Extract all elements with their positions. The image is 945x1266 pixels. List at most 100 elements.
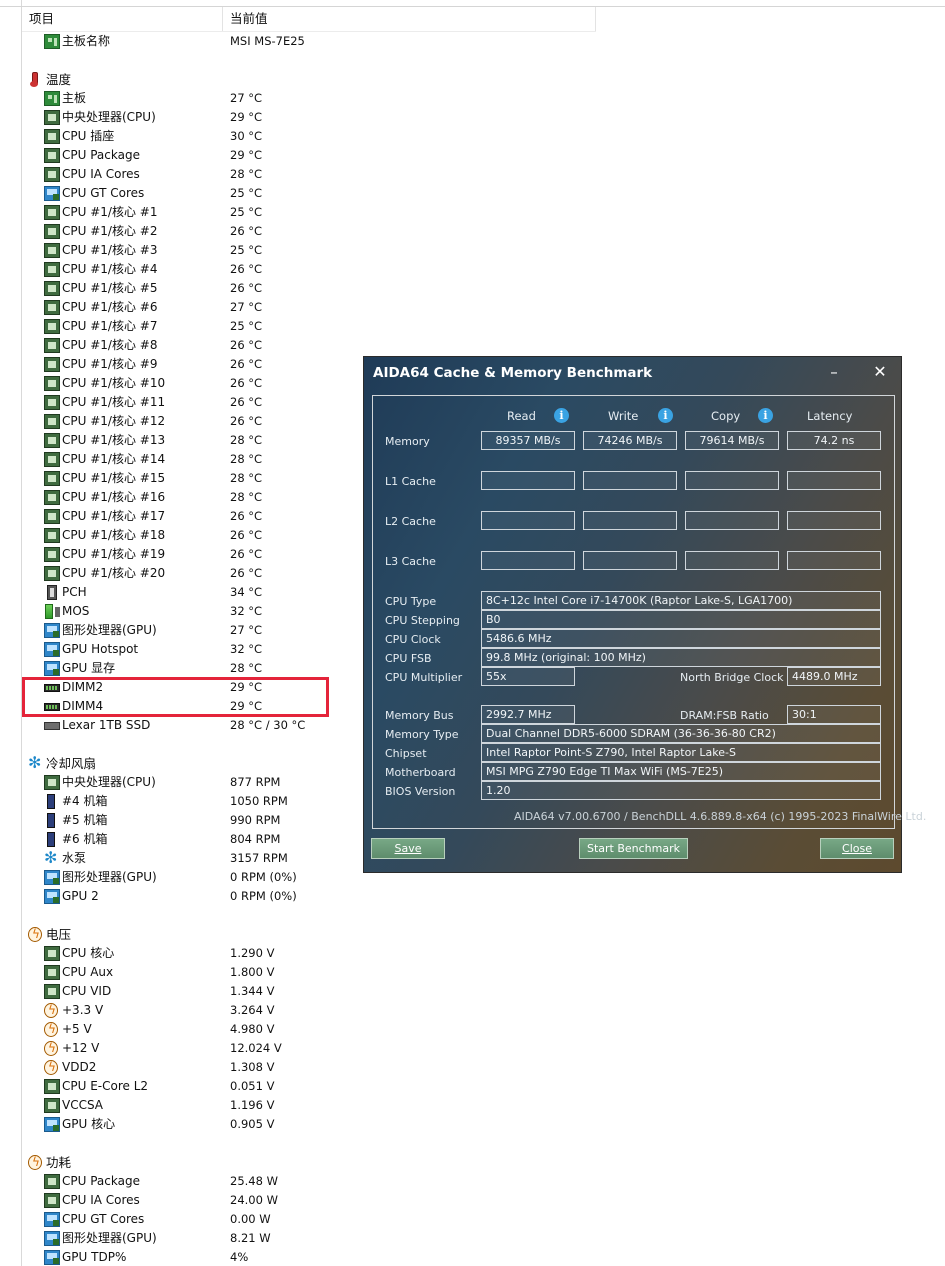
sensor-row[interactable]: CPU Package 29 °C — [22, 146, 582, 165]
sensor-value: 27 °C — [230, 623, 263, 637]
sensor-value: 29 °C — [230, 148, 263, 162]
sensor-row[interactable]: CPU GT Cores 0.00 W — [22, 1210, 582, 1229]
sensor-row[interactable]: CPU #1/核心 #7 25 °C — [22, 317, 582, 336]
sensor-label: 中央处理器(CPU) — [62, 110, 156, 124]
sensor-value: 26 °C — [230, 376, 263, 390]
sensor-row[interactable]: CPU Aux 1.800 V — [22, 963, 582, 982]
sensor-row[interactable]: CPU E-Core L2 0.051 V — [22, 1077, 582, 1096]
sensor-value: 26 °C — [230, 509, 263, 523]
column-header-item[interactable]: 项目 — [22, 7, 223, 31]
sensor-label: MOS — [62, 604, 90, 618]
sensor-label: CPU Package — [62, 1174, 140, 1188]
close-button[interactable]: Close — [820, 838, 894, 859]
sensor-row[interactable]: 主板 27 °C — [22, 89, 582, 108]
sensor-row[interactable]: CPU #1/核心 #4 26 °C — [22, 260, 582, 279]
sensor-value: 27 °C — [230, 91, 263, 105]
sensor-row[interactable]: 图形处理器(GPU) 8.21 W — [22, 1229, 582, 1248]
sensor-value: 26 °C — [230, 566, 263, 580]
memory-read-value: 89357 MB/s — [481, 431, 575, 450]
sensor-row[interactable]: GPU 2 0 RPM (0%) — [22, 887, 582, 906]
cpu-type-label: CPU Type — [385, 595, 437, 608]
start-benchmark-button[interactable]: Start Benchmark — [579, 838, 688, 859]
write-info-icon[interactable]: i — [658, 408, 673, 423]
sensor-label: CPU #1/核心 #6 — [62, 300, 158, 314]
sensor-label: CPU #1/核心 #10 — [62, 376, 166, 390]
sensor-value: 28 °C — [230, 661, 263, 675]
sensor-label: 中央处理器(CPU) — [62, 775, 156, 789]
cpu-stepping-value: B0 — [481, 610, 881, 629]
row-l3-label: L3 Cache — [385, 555, 436, 568]
sensor-label: +5 V — [62, 1022, 92, 1036]
memory-type-value: Dual Channel DDR5-6000 SDRAM (36-36-36-8… — [481, 724, 881, 743]
sensor-row[interactable]: +3.3 V 3.264 V — [22, 1001, 582, 1020]
sensor-row[interactable]: VDD2 1.308 V — [22, 1058, 582, 1077]
chip-icon — [44, 547, 60, 562]
close-window-button[interactable]: ✕ — [868, 360, 892, 384]
sensor-label: CPU #1/核心 #18 — [62, 528, 166, 542]
case-icon — [47, 794, 55, 809]
l3-write-value — [583, 551, 677, 570]
col-write-header: Write — [608, 409, 639, 423]
sensor-value: 0.905 V — [230, 1117, 275, 1131]
sensor-label: CPU IA Cores — [62, 1193, 140, 1207]
chip-icon — [44, 1174, 60, 1189]
sensor-label: CPU #1/核心 #12 — [62, 414, 166, 428]
sensor-value: 26 °C — [230, 281, 263, 295]
read-info-icon[interactable]: i — [554, 408, 569, 423]
gpu-icon — [44, 186, 60, 201]
memory-type-label: Memory Type — [385, 728, 459, 741]
sensor-label: CPU #1/核心 #5 — [62, 281, 158, 295]
sensor-label: GPU 显存 — [62, 661, 116, 675]
sensor-row[interactable]: 中央处理器(CPU) 29 °C — [22, 108, 582, 127]
sensor-row[interactable]: CPU IA Cores 28 °C — [22, 165, 582, 184]
column-header-value[interactable]: 当前值 — [223, 7, 596, 31]
sensor-row[interactable]: CPU #1/核心 #1 25 °C — [22, 203, 582, 222]
chip-icon — [44, 243, 60, 258]
sensor-label: GPU Hotspot — [62, 642, 139, 656]
chip-icon — [44, 452, 60, 467]
dram-fsb-label: DRAM:FSB Ratio — [680, 709, 769, 722]
chip-icon — [44, 1193, 60, 1208]
sensor-label: CPU GT Cores — [62, 186, 145, 200]
l2-latency-value — [787, 511, 881, 530]
sensor-row[interactable]: +12 V 12.024 V — [22, 1039, 582, 1058]
gpu-icon — [44, 661, 60, 676]
category-row[interactable]: 功耗 — [22, 1153, 582, 1172]
sensor-row[interactable]: CPU Package 25.48 W — [22, 1172, 582, 1191]
sensor-row[interactable]: CPU IA Cores 24.00 W — [22, 1191, 582, 1210]
sensor-label: VDD2 — [62, 1060, 97, 1074]
sensor-row[interactable]: CPU #1/核心 #6 27 °C — [22, 298, 582, 317]
memory-copy-value: 79614 MB/s — [685, 431, 779, 450]
sensor-value: 0 RPM (0%) — [230, 870, 297, 884]
sensor-row[interactable]: CPU 核心 1.290 V — [22, 944, 582, 963]
sensor-label: CPU Package — [62, 148, 140, 162]
sensor-row[interactable]: CPU #1/核心 #3 25 °C — [22, 241, 582, 260]
sensor-row[interactable]: 主板名称 MSI MS-7E25 — [22, 32, 582, 51]
category-row[interactable]: 电压 — [22, 925, 582, 944]
chip-icon — [44, 357, 60, 372]
sensor-row[interactable]: CPU 插座 30 °C — [22, 127, 582, 146]
category-label: 温度 — [46, 72, 72, 87]
sensor-row[interactable]: CPU VID 1.344 V — [22, 982, 582, 1001]
sensor-value: 28 °C — [230, 433, 263, 447]
sensor-row[interactable]: CPU #1/核心 #2 26 °C — [22, 222, 582, 241]
sensor-label: CPU #1/核心 #15 — [62, 471, 166, 485]
nb-clock-label: North Bridge Clock — [680, 671, 784, 684]
sensor-row[interactable]: GPU TDP% 4% — [22, 1248, 582, 1266]
sensor-row[interactable]: VCCSA 1.196 V — [22, 1096, 582, 1115]
category-row[interactable]: 温度 — [22, 70, 582, 89]
l3-read-value — [481, 551, 575, 570]
cpu-multiplier-label: CPU Multiplier — [385, 671, 463, 684]
memory-write-value: 74246 MB/s — [583, 431, 677, 450]
sensor-row[interactable]: CPU #1/核心 #8 26 °C — [22, 336, 582, 355]
gpu-icon — [44, 1231, 60, 1246]
sensor-value: 26 °C — [230, 414, 263, 428]
minimize-button[interactable]: – — [822, 360, 846, 384]
sensor-row[interactable]: CPU GT Cores 25 °C — [22, 184, 582, 203]
sensor-row[interactable]: +5 V 4.980 V — [22, 1020, 582, 1039]
save-button[interactable]: Save — [371, 838, 445, 859]
sensor-row[interactable]: CPU #1/核心 #5 26 °C — [22, 279, 582, 298]
copy-info-icon[interactable]: i — [758, 408, 773, 423]
sensor-row[interactable]: GPU 核心 0.905 V — [22, 1115, 582, 1134]
chip-icon — [44, 224, 60, 239]
